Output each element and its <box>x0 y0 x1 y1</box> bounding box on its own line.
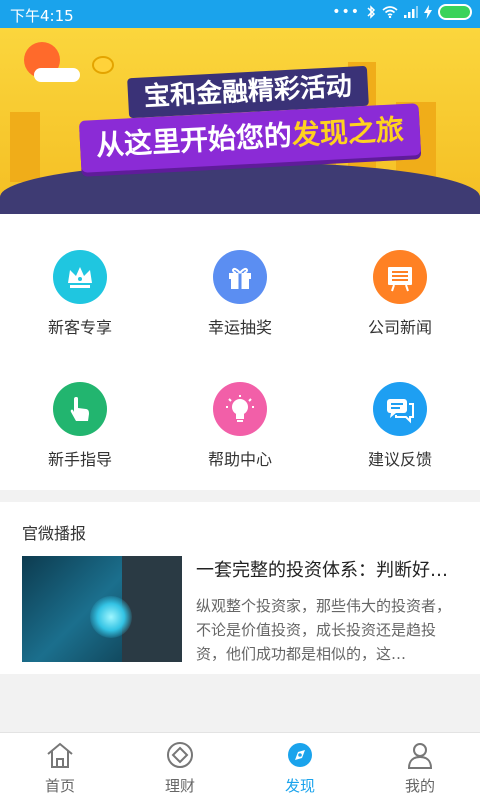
status-bar: 下午4:15 ••• <box>0 0 480 28</box>
nav-home-label: 首页 <box>44 777 75 795</box>
grid-item-label: 建议反馈 <box>367 450 432 469</box>
status-icons: ••• <box>332 4 472 20</box>
lightbulb-icon <box>213 382 267 436</box>
feature-grid: 新客专享 幸运抽奖 公司新闻 新手指导 帮助中心 建议反馈 <box>0 214 480 490</box>
grid-item-lucky-draw[interactable]: 幸运抽奖 <box>160 250 320 370</box>
hand-pointer-icon <box>53 382 107 436</box>
cloud-decoration <box>34 68 80 82</box>
nav-discover[interactable]: 发现 <box>240 733 360 801</box>
news-summary[interactable]: 纵观整个投资家，那些伟大的投资者，不论是价值投资，成长投资还是趋投资，他们成功都… <box>196 594 458 666</box>
more-dots-icon: ••• <box>332 4 360 20</box>
nav-mine-label: 我的 <box>404 777 435 795</box>
wifi-icon <box>382 6 398 18</box>
grid-item-new-customer[interactable]: 新客专享 <box>0 250 160 370</box>
nav-discover-label: 发现 <box>284 777 315 795</box>
chat-icon <box>373 382 427 436</box>
compass-icon <box>288 743 312 767</box>
banner-title-prefix: 从这里开始您的 <box>95 118 293 163</box>
user-icon <box>407 743 433 769</box>
finance-icon <box>167 742 193 768</box>
newspaper-icon <box>373 250 427 304</box>
coin-decoration <box>92 56 114 74</box>
gift-icon <box>213 250 267 304</box>
thumbnail-figure <box>122 556 182 662</box>
grid-item-company-news[interactable]: 公司新闻 <box>320 250 480 370</box>
news-headline[interactable]: 一套完整的投资体系：判断好… <box>196 556 460 582</box>
signal-icon <box>404 6 418 18</box>
nav-finance-label: 理财 <box>164 777 195 795</box>
grid-item-feedback[interactable]: 建议反馈 <box>320 382 480 502</box>
bottom-navigation: 首页 理财 发现 我的 <box>0 732 480 801</box>
grid-item-label: 幸运抽奖 <box>207 318 272 337</box>
banner-title-highlight: 发现之旅 <box>291 112 405 152</box>
crown-icon <box>53 250 107 304</box>
charging-icon <box>424 5 432 19</box>
building-decoration <box>10 112 40 182</box>
nav-finance[interactable]: 理财 <box>120 733 240 801</box>
nav-mine[interactable]: 我的 <box>360 733 480 801</box>
grid-item-beginner-guide[interactable]: 新手指导 <box>0 382 160 502</box>
nav-home[interactable]: 首页 <box>0 733 120 801</box>
grid-item-label: 新手指导 <box>47 450 112 469</box>
promo-banner[interactable]: 宝和金融精彩活动 从这里开始您的发现之旅 <box>0 28 480 214</box>
status-time: 下午4:15 <box>10 7 74 25</box>
grid-item-label: 帮助中心 <box>207 450 272 469</box>
grid-item-label: 公司新闻 <box>367 318 432 337</box>
battery-icon <box>438 4 472 20</box>
bluetooth-icon <box>367 5 376 19</box>
grid-item-help-center[interactable]: 帮助中心 <box>160 382 320 502</box>
news-thumbnail[interactable] <box>22 556 182 662</box>
news-section-title: 官微播报 <box>22 524 87 543</box>
thumbnail-glow <box>90 596 132 638</box>
home-icon <box>47 742 73 768</box>
grid-item-label: 新客专享 <box>47 318 112 337</box>
news-section: 官微播报 一套完整的投资体系：判断好… 纵观整个投资家，那些伟大的投资者，不论是… <box>0 502 480 674</box>
